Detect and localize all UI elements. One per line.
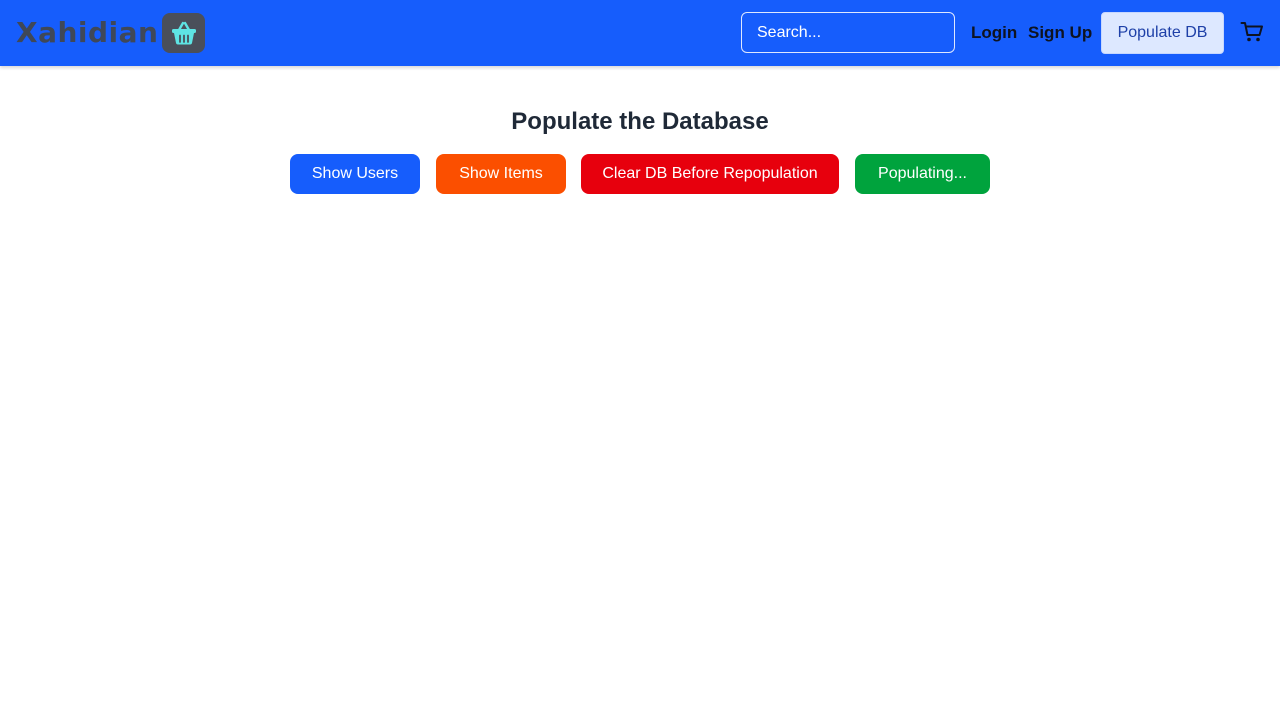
brand-logo[interactable]: Xahidian	[16, 13, 206, 53]
brand-text: Xahidian	[16, 16, 159, 49]
cart-icon[interactable]	[1240, 21, 1264, 43]
search-input[interactable]	[741, 12, 955, 53]
signup-link[interactable]: Sign Up	[1028, 22, 1092, 44]
show-items-button[interactable]: Show Items	[436, 154, 566, 194]
populate-db-button[interactable]: Populate DB	[1101, 12, 1224, 54]
login-link[interactable]: Login	[971, 22, 1017, 44]
clear-db-button[interactable]: Clear DB Before Repopulation	[581, 154, 839, 194]
show-users-button[interactable]: Show Users	[290, 154, 420, 194]
basket-icon	[162, 13, 206, 53]
navbar: Xahidian Login Sign Up Populate DB	[0, 0, 1280, 66]
page-title: Populate the Database	[511, 108, 769, 135]
populating-button[interactable]: Populating...	[855, 154, 990, 194]
